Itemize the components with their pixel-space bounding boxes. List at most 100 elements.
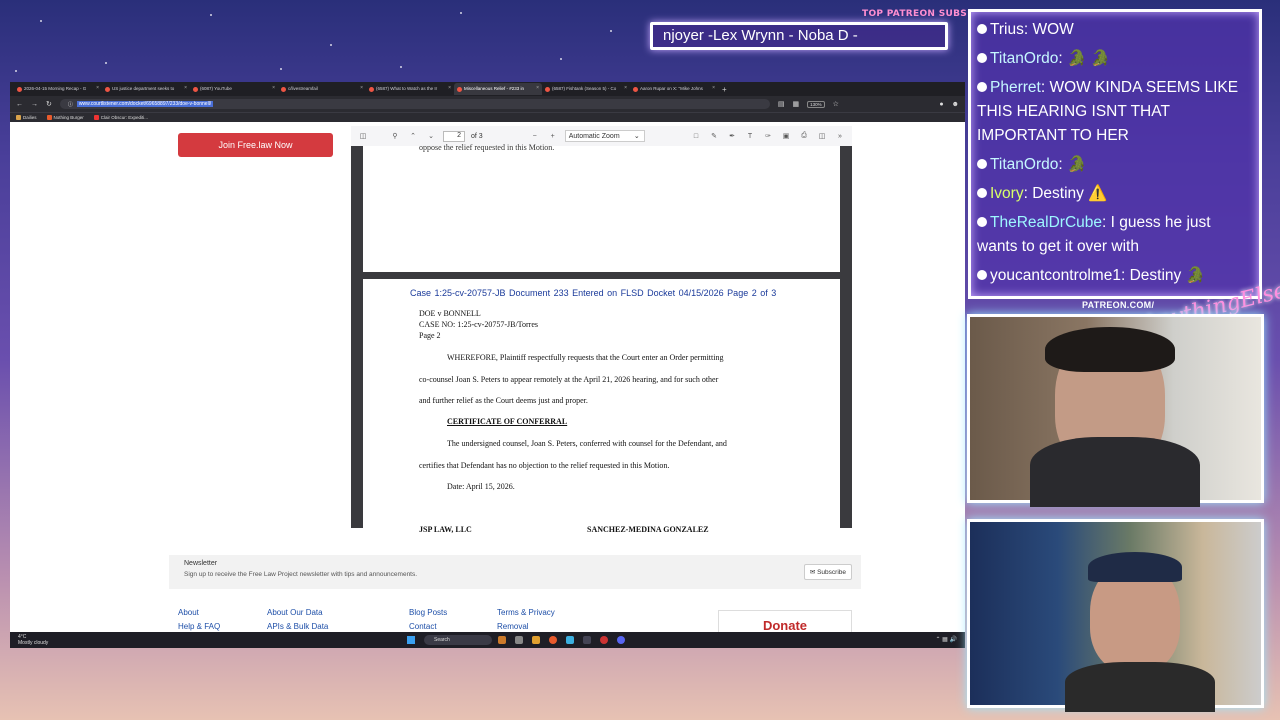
- tab-bar: 2026-04-15 Morning Recap - G × US justice …: [10, 82, 965, 96]
- image-icon[interactable]: ▣: [780, 132, 792, 140]
- comment-icon[interactable]: □: [690, 133, 702, 140]
- extension-icon[interactable]: ●: [939, 101, 943, 108]
- badge-icon: [977, 159, 987, 169]
- bookmarks-bar: Dailies Nothing Burger Clair Obscur: Exp…: [10, 112, 965, 122]
- footer-link-terms[interactable]: Terms & Privacy: [497, 608, 555, 617]
- footer-link-about[interactable]: About: [178, 608, 199, 617]
- body-line: WHEREFORE, Plaintiff respectfully reques…: [447, 353, 724, 362]
- close-icon[interactable]: ×: [360, 85, 363, 91]
- close-icon[interactable]: ×: [624, 85, 627, 91]
- firefox-icon[interactable]: [549, 636, 557, 644]
- page-number-input[interactable]: 2: [443, 130, 465, 142]
- discord-icon[interactable]: [617, 636, 625, 644]
- obs-icon[interactable]: [600, 636, 608, 644]
- steam-icon[interactable]: [583, 636, 591, 644]
- newsletter-section: Newsletter Sign up to receive the Free L…: [169, 555, 861, 589]
- print-icon[interactable]: ⎙: [798, 132, 810, 140]
- patreon-url: PATREON.COM/: [1082, 300, 1155, 310]
- bookmark-star-icon[interactable]: ☆: [833, 100, 839, 108]
- browser-tab[interactable]: 2026-04-15 Morning Recap - G ×: [14, 83, 102, 95]
- new-tab-button[interactable]: +: [722, 85, 727, 94]
- browser-tab[interactable]: (6587) Fishtank (Season 5) - Co ×: [542, 83, 630, 95]
- bookmark-clair-obscur[interactable]: Clair Obscur: Expediti...: [93, 115, 148, 120]
- zoom-out-icon[interactable]: −: [529, 133, 541, 140]
- highlight-icon[interactable]: ✎: [708, 132, 720, 140]
- join-free-law-button[interactable]: Join Free.law Now: [178, 133, 333, 157]
- footer-link-contact[interactable]: Contact: [409, 622, 437, 631]
- close-icon[interactable]: ×: [96, 85, 99, 91]
- next-page-icon[interactable]: ⌄: [425, 132, 437, 140]
- more-tools-icon[interactable]: »: [834, 133, 846, 140]
- site-info-icon[interactable]: ⓘ: [68, 101, 73, 108]
- browser-tab[interactable]: c/livestreamfail ×: [278, 83, 366, 95]
- system-tray[interactable]: ⌃ ▦ 🔊: [935, 636, 957, 643]
- zoom-in-icon[interactable]: +: [547, 133, 559, 140]
- weather-widget[interactable]: 4°C Mostly cloudy: [18, 634, 48, 646]
- page-total: of 3: [471, 132, 483, 140]
- close-icon[interactable]: ×: [272, 85, 275, 91]
- close-icon[interactable]: ×: [184, 85, 187, 91]
- chat-text: : WOW: [1023, 21, 1074, 38]
- browser-tab[interactable]: (6087) YouTube ×: [190, 83, 278, 95]
- save-icon[interactable]: ◫: [816, 132, 828, 140]
- back-icon[interactable]: ←: [16, 101, 23, 108]
- prev-page-icon[interactable]: ⌃: [407, 132, 419, 140]
- chat-message: Ivory: Destiny ⚠️: [977, 182, 1253, 206]
- chat-username: Ivory: [990, 185, 1024, 202]
- close-icon[interactable]: ×: [712, 85, 715, 91]
- chat-username: TitanOrdo: [990, 156, 1059, 173]
- chevron-down-icon: ⌄: [633, 133, 640, 140]
- browser-tab[interactable]: (6587) What to Watch as the Ir ×: [366, 83, 454, 95]
- chat-username: Pherret: [990, 79, 1041, 96]
- subscribe-button[interactable]: ✉ Subscribe: [803, 564, 852, 580]
- close-icon[interactable]: ×: [448, 85, 451, 91]
- ink-icon[interactable]: ✑: [762, 132, 774, 140]
- browser-window: 2026-04-15 Morning Recap - G × US justice …: [10, 82, 965, 648]
- browser-tab[interactable]: Aaron Rupar on X: "Mike Johns ×: [630, 83, 718, 95]
- zoom-badge[interactable]: 130%: [807, 100, 825, 108]
- signature-block-right: SANCHEZ-MEDINA GONZALEZ: [587, 525, 709, 534]
- browser-tab[interactable]: US justice department seeks to ×: [102, 83, 190, 95]
- chat-text: : 🐊 🐊: [1058, 50, 1110, 67]
- pdf-page-2: Case 1:25-cv-20757-JB Document 233 Enter…: [363, 279, 840, 539]
- footer-link-blog[interactable]: Blog Posts: [409, 608, 447, 617]
- favicon-icon: [281, 87, 286, 92]
- chat-message: Trius: WOW: [977, 18, 1253, 42]
- bookmark-nothing-burger[interactable]: Nothing Burger: [46, 115, 84, 120]
- chat-username: youcantcontrolme1: [990, 267, 1121, 284]
- footer-link-apis[interactable]: APIs & Bulk Data: [267, 622, 328, 631]
- taskbar-app-icon[interactable]: [515, 636, 523, 644]
- taskbar: 4°C Mostly cloudy Search ⌃ ▦ 🔊: [10, 632, 965, 648]
- caption-line: Page 2: [419, 331, 441, 340]
- chat-text: : 🐊: [1058, 156, 1087, 173]
- folder-icon[interactable]: [532, 636, 540, 644]
- bookmark-icon: [46, 115, 52, 120]
- close-icon[interactable]: ×: [536, 85, 539, 91]
- badge-icon: [977, 188, 987, 198]
- taskbar-app-icon[interactable]: [498, 636, 506, 644]
- chat-username: TitanOrdo: [990, 50, 1059, 67]
- zoom-select[interactable]: Automatic Zoom ⌄: [564, 130, 645, 142]
- footer-link-removal[interactable]: Removal: [497, 622, 529, 631]
- reader-icon[interactable]: ▤: [778, 100, 785, 108]
- sidebar-toggle-icon[interactable]: ◫: [357, 132, 369, 140]
- badge-icon: [977, 270, 987, 280]
- browser-tab[interactable]: Miscellaneous Relief - #233 in ×: [454, 83, 542, 95]
- taskbar-search[interactable]: Search: [424, 635, 492, 645]
- find-icon[interactable]: ⚲: [389, 132, 401, 140]
- reload-icon[interactable]: ↻: [46, 100, 52, 108]
- draw-icon[interactable]: ✒: [726, 132, 738, 140]
- docket-header: Case 1:25-cv-20757-JB Document 233 Enter…: [410, 288, 777, 298]
- footer-link-help[interactable]: Help & FAQ: [178, 622, 220, 631]
- windows-start-icon[interactable]: [407, 636, 415, 644]
- chat-message: Pherret: WOW KINDA SEEMS LIKE THIS HEARI…: [977, 76, 1253, 148]
- translate-icon[interactable]: ▦: [793, 100, 800, 108]
- forward-icon[interactable]: →: [31, 101, 38, 108]
- footer-link-about-data[interactable]: About Our Data: [267, 608, 323, 617]
- taskbar-app-icon[interactable]: [566, 636, 574, 644]
- text-tool-icon[interactable]: T: [744, 133, 756, 140]
- bookmark-dailies[interactable]: Dailies: [16, 115, 37, 120]
- profile-icon[interactable]: ☻: [952, 101, 959, 108]
- newsletter-description: Sign up to receive the Free Law Project …: [184, 571, 418, 578]
- url-field[interactable]: ⓘ www.courtlistener.com/docket/69658897/…: [59, 99, 770, 109]
